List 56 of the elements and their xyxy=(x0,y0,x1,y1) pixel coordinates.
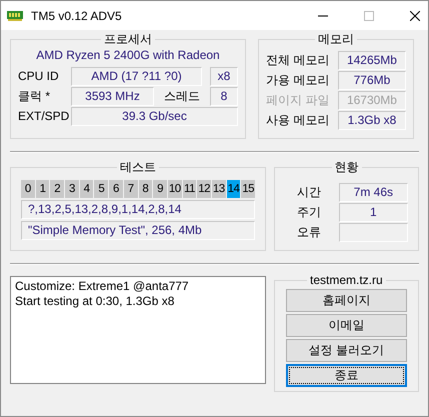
test-cell: 1 xyxy=(36,180,50,198)
field-label: CPU ID xyxy=(18,69,60,83)
field-label: 사용 메모리 xyxy=(266,112,330,128)
group-title: 테스트 xyxy=(119,159,158,176)
action-button[interactable]: 홈페이지 xyxy=(286,289,407,312)
test-cell: 8 xyxy=(138,180,152,198)
field-label: 페이지 파일 xyxy=(266,92,330,108)
value-field: 16730Mb xyxy=(338,90,406,110)
test-cell: 13 xyxy=(212,180,226,198)
group-title: 현황 xyxy=(334,159,360,176)
sequence-field: ?,13,2,5,13,2,8,9,1,14,2,8,14 xyxy=(21,200,256,219)
window-title: TM5 v0.12 ADV5 xyxy=(31,8,122,22)
test-cell: 6 xyxy=(109,180,123,198)
memory-chip-icon xyxy=(7,10,23,22)
field-label: EXT/SPD xyxy=(18,109,70,123)
value-field: 1.3Gb x8 xyxy=(338,110,406,130)
action-button[interactable]: 이메일 xyxy=(286,314,407,337)
test-cell: 0 xyxy=(21,180,35,198)
test-cell: 14 xyxy=(226,180,240,198)
value-field: 3593 MHz xyxy=(71,86,154,106)
value-field xyxy=(338,222,408,242)
test-cell: 4 xyxy=(80,180,94,198)
test-cell: 15 xyxy=(241,180,256,198)
action-button[interactable]: 설정 불러오기 xyxy=(286,339,407,362)
log-line: Customize: Extreme1 @anta777 xyxy=(15,279,190,294)
test-cell: 3 xyxy=(65,180,79,198)
value-field: 7m 46s xyxy=(338,182,408,202)
field-label: 전체 메모리 xyxy=(266,52,330,68)
close-icon[interactable] xyxy=(410,10,420,20)
test-cell: 12 xyxy=(197,180,211,198)
test-cell: 2 xyxy=(50,180,64,198)
value-field: 39.3 Gb/sec xyxy=(71,106,238,126)
value-field: 8 xyxy=(210,86,238,106)
test-cell: 10 xyxy=(168,180,182,198)
value-field: 1 xyxy=(338,202,408,222)
value-field: 14265Mb xyxy=(338,50,406,70)
field-label: 가용 메모리 xyxy=(266,72,330,88)
value-field: AMD (17 ?11 ?0) xyxy=(71,66,202,86)
test-cell: 9 xyxy=(153,180,167,198)
value-field: x8 xyxy=(210,66,238,86)
field-label: 시간 xyxy=(296,184,322,200)
value-field: 776Mb xyxy=(338,70,406,90)
description-field: "Simple Memory Test", 256, 4Mb xyxy=(21,221,256,240)
field-label: 스레드 xyxy=(163,88,201,104)
cpu-name: AMD Ryzen 5 2400G with Radeon xyxy=(35,48,221,64)
test-cell: 7 xyxy=(124,180,138,198)
test-cell: 11 xyxy=(182,180,196,198)
group-title: testmem.tz.ru xyxy=(308,273,384,287)
field-label: 오류 xyxy=(296,224,322,240)
group-title: 메모리 xyxy=(317,31,355,48)
test-cell: 5 xyxy=(94,180,108,198)
group-title: 프로세서 xyxy=(103,31,153,48)
action-button[interactable]: 종료 xyxy=(286,364,407,387)
field-label: 클럭 * xyxy=(18,88,52,104)
field-label: 주기 xyxy=(296,204,322,220)
log-line: Start testing at 0:30, 1.3Gb x8 xyxy=(15,294,176,309)
